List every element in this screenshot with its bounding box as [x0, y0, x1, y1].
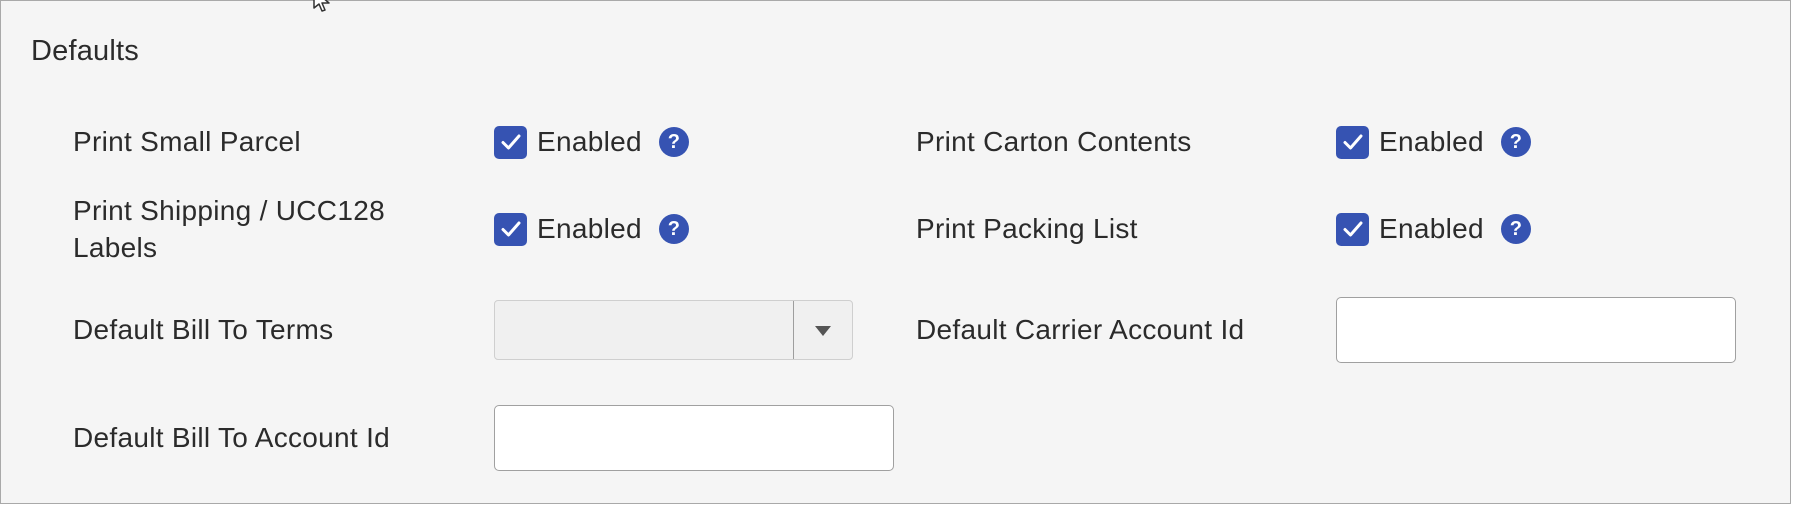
print-shipping-labels-group: Enabled ? — [494, 211, 689, 247]
default-bill-to-terms-label: Default Bill To Terms — [73, 314, 334, 345]
caret-down-icon[interactable] — [814, 325, 832, 337]
print-small-parcel-group: Enabled ? — [494, 124, 689, 160]
help-icon[interactable]: ? — [658, 214, 689, 244]
print-shipping-labels-state: Enabled — [537, 213, 642, 244]
print-carton-contents-group: Enabled ? — [1336, 124, 1531, 160]
print-packing-list-label: Print Packing List — [916, 213, 1138, 244]
print-carton-contents-checkbox[interactable] — [1336, 125, 1369, 159]
print-small-parcel-state: Enabled — [537, 126, 642, 157]
default-bill-to-account-id-label: Default Bill To Account Id — [73, 422, 391, 453]
default-carrier-account-id-input[interactable] — [1336, 297, 1736, 363]
help-icon[interactable]: ? — [658, 127, 689, 157]
checkmark-icon — [501, 134, 520, 150]
default-carrier-account-id-label: Default Carrier Account Id — [916, 314, 1245, 345]
print-carton-contents-label: Print Carton Contents — [916, 126, 1192, 157]
print-small-parcel-label: Print Small Parcel — [73, 126, 301, 157]
checkmark-icon — [1343, 134, 1362, 150]
print-shipping-labels-label-line1: Print Shipping / UCC128 — [73, 195, 385, 226]
print-packing-list-group: Enabled ? — [1336, 211, 1531, 247]
print-packing-list-checkbox[interactable] — [1336, 212, 1369, 246]
checkmark-icon — [1343, 221, 1362, 237]
mouse-pointer-icon — [313, 0, 330, 12]
defaults-panel: Defaults Print Small Parcel Enabled ? Pr… — [0, 0, 1791, 504]
print-small-parcel-checkbox[interactable] — [494, 125, 527, 159]
print-shipping-labels-checkbox[interactable] — [494, 212, 527, 246]
section-title: Defaults — [31, 35, 139, 67]
checkmark-icon — [501, 221, 520, 237]
help-icon[interactable]: ? — [1500, 127, 1531, 157]
default-bill-to-terms-select[interactable] — [494, 300, 853, 360]
print-carton-contents-state: Enabled — [1379, 126, 1484, 157]
select-divider — [793, 301, 794, 359]
print-shipping-labels-label-line2: Labels — [73, 232, 158, 263]
help-icon[interactable]: ? — [1500, 214, 1531, 244]
print-packing-list-state: Enabled — [1379, 213, 1484, 244]
default-bill-to-account-id-input[interactable] — [494, 405, 894, 471]
